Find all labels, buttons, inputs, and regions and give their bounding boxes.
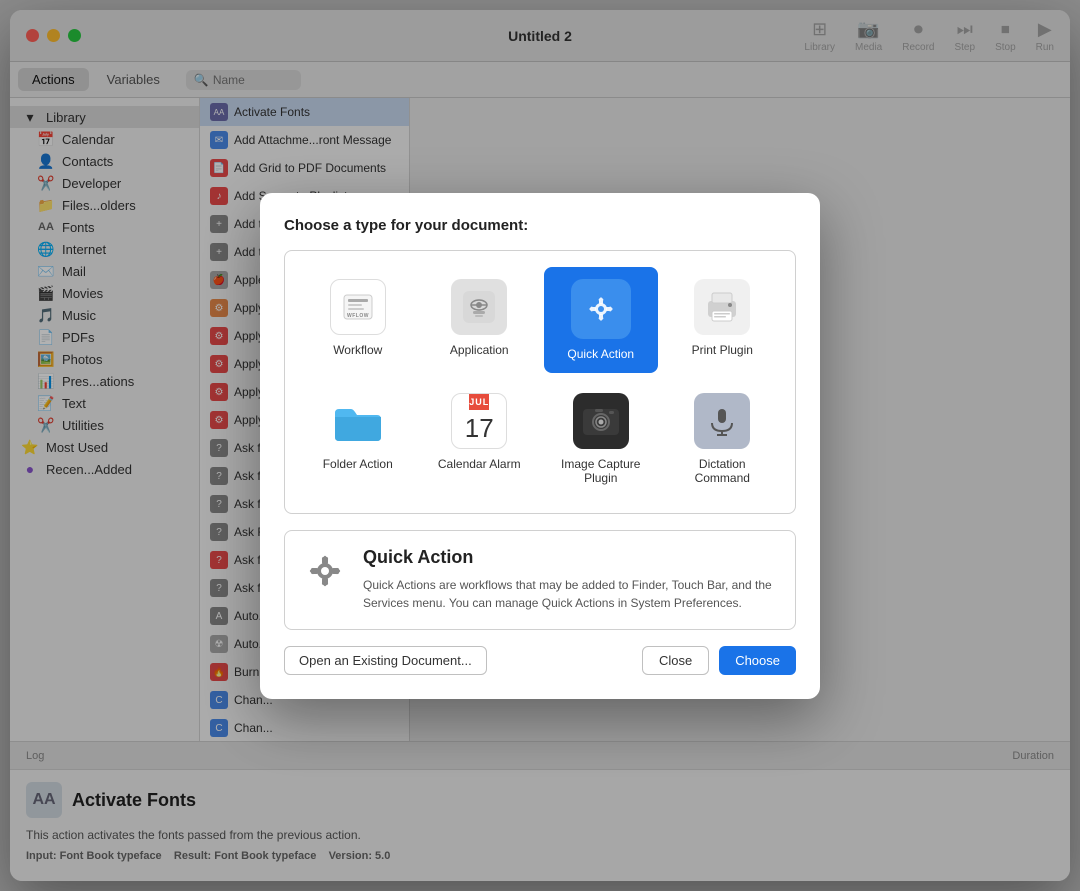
footer-right: Close Choose — [642, 646, 796, 675]
dictation-icon — [694, 393, 750, 449]
workflow-icon: WFLOW — [330, 279, 386, 335]
image-capture-icon — [573, 393, 629, 449]
workflow-svg: WFLOW — [340, 289, 376, 325]
application-svg — [459, 287, 499, 327]
doc-type-application[interactable]: Application — [423, 267, 537, 373]
quick-action-icon — [571, 279, 631, 339]
print-svg — [700, 285, 744, 329]
modal-dialog: Choose a type for your document: WFLOW W… — [260, 193, 820, 699]
doc-type-workflow[interactable]: WFLOW Workflow — [301, 267, 415, 373]
doc-type-folder-action[interactable]: Folder Action — [301, 381, 415, 497]
calendar-month: JUL — [469, 394, 489, 410]
modal-footer: Open an Existing Document... Close Choos… — [284, 646, 796, 675]
dictation-label: Dictation Command — [674, 457, 772, 485]
doc-type-grid: WFLOW Workflow Applicati — [284, 250, 796, 514]
print-icon — [694, 279, 750, 335]
workflow-label: Workflow — [333, 343, 382, 357]
quick-action-label: Quick Action — [567, 347, 634, 361]
doc-type-print-plugin[interactable]: Print Plugin — [666, 267, 780, 373]
doc-type-quick-action[interactable]: Quick Action — [544, 267, 658, 373]
dictation-svg — [702, 401, 742, 441]
svg-text:WFLOW: WFLOW — [347, 313, 369, 319]
calendar-alarm-icon: JUL 17 — [451, 393, 507, 449]
folder-svg — [331, 399, 385, 443]
print-plugin-label: Print Plugin — [692, 343, 753, 357]
application-icon — [451, 279, 507, 335]
doc-type-dictation[interactable]: Dictation Command — [666, 381, 780, 497]
folder-action-label: Folder Action — [323, 457, 393, 471]
image-capture-svg — [581, 401, 621, 441]
modal-overlay: Choose a type for your document: WFLOW W… — [0, 0, 1080, 891]
close-button[interactable]: Close — [642, 646, 709, 675]
choose-button[interactable]: Choose — [719, 646, 796, 675]
desc-gear-icon — [301, 547, 349, 595]
quick-action-svg — [579, 287, 623, 331]
image-capture-label: Image Capture Plugin — [552, 457, 650, 485]
modal-title: Choose a type for your document: — [284, 217, 796, 234]
description-content: Quick Action Quick Actions are workflows… — [363, 547, 779, 612]
description-box: Quick Action Quick Actions are workflows… — [284, 530, 796, 630]
application-label: Application — [450, 343, 509, 357]
doc-type-image-capture[interactable]: Image Capture Plugin — [544, 381, 658, 497]
calendar-day: 17 — [465, 410, 494, 448]
desc-title: Quick Action — [363, 547, 779, 568]
desc-text: Quick Actions are workflows that may be … — [363, 576, 779, 612]
doc-type-calendar-alarm[interactable]: JUL 17 Calendar Alarm — [423, 381, 537, 497]
gear-large-svg — [301, 547, 349, 595]
open-existing-button[interactable]: Open an Existing Document... — [284, 646, 487, 675]
calendar-alarm-label: Calendar Alarm — [438, 457, 521, 471]
folder-icon — [330, 393, 386, 449]
